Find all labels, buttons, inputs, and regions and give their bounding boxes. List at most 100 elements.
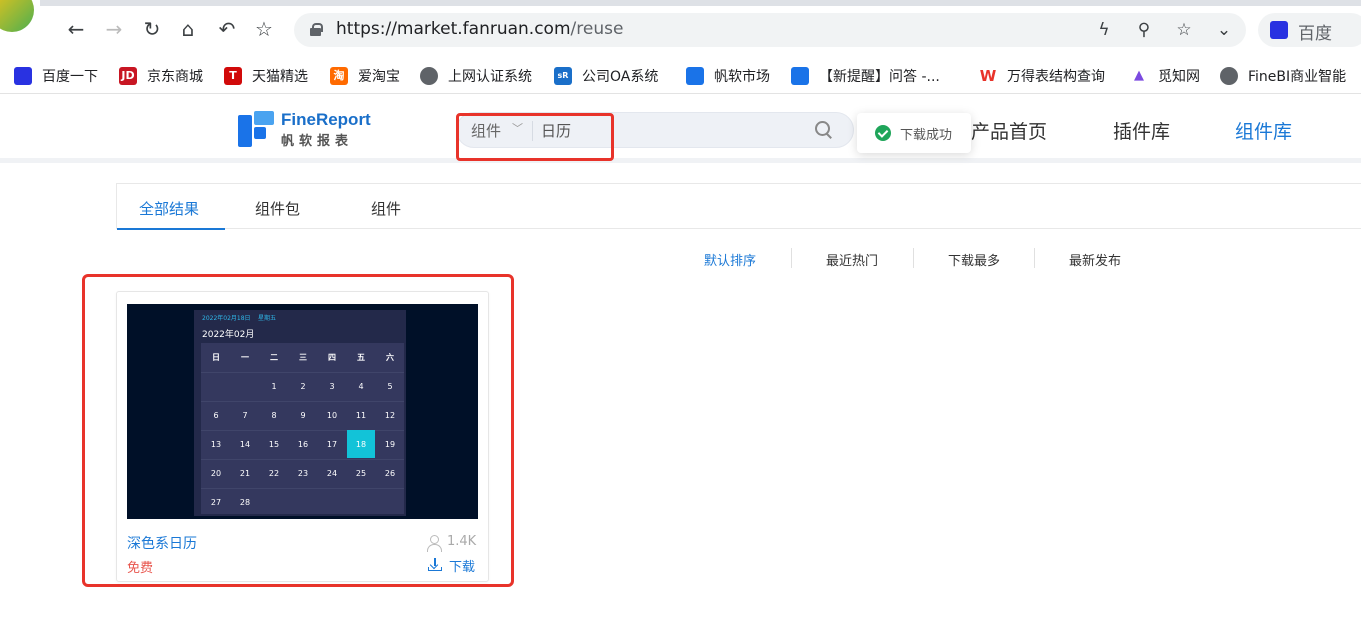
- browser-toolbar: ← → ↻ ⌂ ↶ ☆ https://market.fanruan.com/r…: [0, 0, 1361, 58]
- bookmark-jd[interactable]: JD 京东商城: [119, 66, 203, 86]
- sort-default[interactable]: 默认排序: [704, 250, 756, 269]
- calendar-day: 20: [210, 468, 222, 478]
- calendar-day: [376, 488, 404, 516]
- bookmarks-bar: 百度一下 JD 京东商城 T 天猫精选 淘爱淘宝 上网认证系统 sR 公司OA系统 帆…: [0, 58, 1361, 94]
- jd-icon: JD: [119, 67, 137, 85]
- bookmark-auth-system[interactable]: 上网认证系统: [420, 66, 532, 86]
- site-header: FineReport 帆软报表 组件 ﹀ 产品首页 插件库 组件库 下载成功: [0, 95, 1361, 163]
- calendar-day: 7: [242, 410, 248, 420]
- address-bar[interactable]: https://market.fanruan.com/reuse ϟ ⚲ ☆ ⌄: [294, 13, 1246, 47]
- download-success-toast: 下载成功: [857, 113, 971, 153]
- sort-newest[interactable]: 最新发布: [1069, 250, 1121, 269]
- calendar-day: 8: [271, 410, 277, 420]
- calendar-grid: 日一二三四五六 1 2 3 4 5 6 7 8 9 10 11 12 13 14 15 16 17 18 19 20 21…: [201, 343, 404, 514]
- user-icon: [426, 535, 442, 552]
- search-engine-box[interactable]: 百度: [1258, 13, 1361, 47]
- url-text[interactable]: https://market.fanruan.com/reuse: [336, 19, 623, 39]
- nav-plugin-library[interactable]: 插件库: [1113, 117, 1170, 144]
- download-button[interactable]: 下载: [449, 556, 475, 575]
- component-card[interactable]: 2022年02月18日 星期五 2022年02月 日一二三四五六12345678…: [116, 291, 489, 582]
- logo-text[interactable]: FineReport: [281, 110, 371, 130]
- undo-icon[interactable]: ↶: [214, 16, 240, 42]
- calendar-day: 22: [268, 468, 280, 478]
- calendar-day: 1: [271, 381, 277, 391]
- calendar-day: 19: [384, 439, 396, 449]
- result-tabs: 全部结果 组件包 组件: [116, 183, 1361, 230]
- lightning-icon[interactable]: ϟ: [1092, 18, 1116, 42]
- card-thumbnail[interactable]: 2022年02月18日 星期五 2022年02月 日一二三四五六12345678…: [127, 304, 478, 519]
- calendar-weekday: 五: [357, 352, 365, 362]
- calendar-preview: 2022年02月18日 星期五 2022年02月 日一二三四五六12345678…: [194, 310, 406, 516]
- fanruan-icon: [686, 67, 704, 85]
- calendar-day: [347, 488, 375, 516]
- search-highlight-box: [456, 113, 614, 161]
- search-icon[interactable]: [815, 121, 833, 139]
- sort-divider: [1034, 248, 1035, 268]
- calendar-day: 4: [358, 381, 364, 391]
- bookmark-wind[interactable]: W 万得表结构查询: [979, 66, 1105, 86]
- tab-strip: [40, 0, 1361, 6]
- bookmark-tmall[interactable]: T 天猫精选: [224, 66, 308, 86]
- calendar-weekday: 二: [270, 352, 278, 362]
- calendar-weekday: 日: [212, 352, 220, 362]
- toast-message: 下载成功: [900, 127, 953, 143]
- home-icon[interactable]: ⌂: [175, 16, 201, 42]
- tab-all-results[interactable]: 全部结果: [139, 198, 199, 219]
- tmall-icon: T: [224, 67, 242, 85]
- calendar-day: 6: [213, 410, 219, 420]
- tab-component-packages[interactable]: 组件包: [255, 198, 300, 219]
- nav-product-home[interactable]: 产品首页: [971, 117, 1047, 144]
- calendar-day: 11: [355, 410, 367, 420]
- calendar-header-weekday: 星期五: [258, 315, 277, 322]
- calendar-weekday: 三: [299, 352, 307, 362]
- tab-components[interactable]: 组件: [371, 198, 401, 219]
- sort-divider: [913, 248, 914, 268]
- bookmark-star-icon[interactable]: ☆: [251, 16, 277, 42]
- taobao-icon: 淘: [330, 67, 348, 85]
- nav-component-library[interactable]: 组件库: [1235, 117, 1292, 144]
- bookmark-finebi[interactable]: FineBI商业智能: [1220, 66, 1346, 86]
- wind-icon: W: [979, 67, 997, 85]
- calendar-day: 17: [326, 439, 338, 449]
- calendar-selected-day: 18: [347, 430, 375, 458]
- forward-icon[interactable]: →: [101, 16, 127, 42]
- calendar-day: [260, 488, 288, 516]
- lock-icon[interactable]: [310, 23, 323, 36]
- extension-icon[interactable]: [0, 0, 34, 32]
- calendar-weekday: 一: [241, 352, 249, 362]
- calendar-day: 3: [329, 381, 335, 391]
- calendar-day: 10: [326, 410, 338, 420]
- bookmark-fanruan-market[interactable]: 帆软市场: [686, 66, 770, 86]
- zoom-icon[interactable]: ⚲: [1132, 18, 1156, 42]
- calendar-day: 27: [210, 497, 222, 507]
- calendar-header-date: 2022年02月18日: [202, 315, 251, 322]
- bookmark-mizhi[interactable]: ▲ 觅知网: [1130, 66, 1200, 86]
- calendar-day: [289, 488, 317, 516]
- calendar-day: 9: [300, 410, 306, 420]
- calendar-day: 15: [268, 439, 280, 449]
- search-engine-label: 百度: [1298, 24, 1332, 44]
- calendar-month: 2022年02月: [202, 330, 255, 340]
- calendar-day: 5: [387, 381, 393, 391]
- card-title[interactable]: 深色系日历: [127, 533, 197, 553]
- back-icon[interactable]: ←: [63, 16, 89, 42]
- download-count: 1.4K: [447, 534, 477, 549]
- bookmark-qa[interactable]: 【新提醒】问答 -...: [791, 66, 940, 86]
- reload-icon[interactable]: ↻: [139, 16, 165, 42]
- bookmark-baidu[interactable]: 百度一下: [14, 66, 98, 86]
- sort-most-downloads[interactable]: 下载最多: [948, 250, 1000, 269]
- globe-icon: [1220, 67, 1238, 85]
- active-tab-indicator: [117, 228, 225, 230]
- bookmark-taobao[interactable]: 淘爱淘宝: [330, 66, 400, 86]
- calendar-day: 16: [297, 439, 309, 449]
- calendar-day: 23: [297, 468, 309, 478]
- card-price: 免费: [127, 561, 154, 576]
- bookmark-oa[interactable]: sR 公司OA系统: [554, 66, 658, 86]
- calendar-day: 2: [300, 381, 306, 391]
- calendar-day: 26: [384, 468, 396, 478]
- oa-icon: sR: [554, 67, 572, 85]
- finereport-logo-icon[interactable]: [238, 111, 274, 147]
- chevron-down-icon[interactable]: ⌄: [1212, 18, 1236, 42]
- star-icon[interactable]: ☆: [1172, 18, 1196, 42]
- sort-recent-hot[interactable]: 最近热门: [826, 250, 878, 269]
